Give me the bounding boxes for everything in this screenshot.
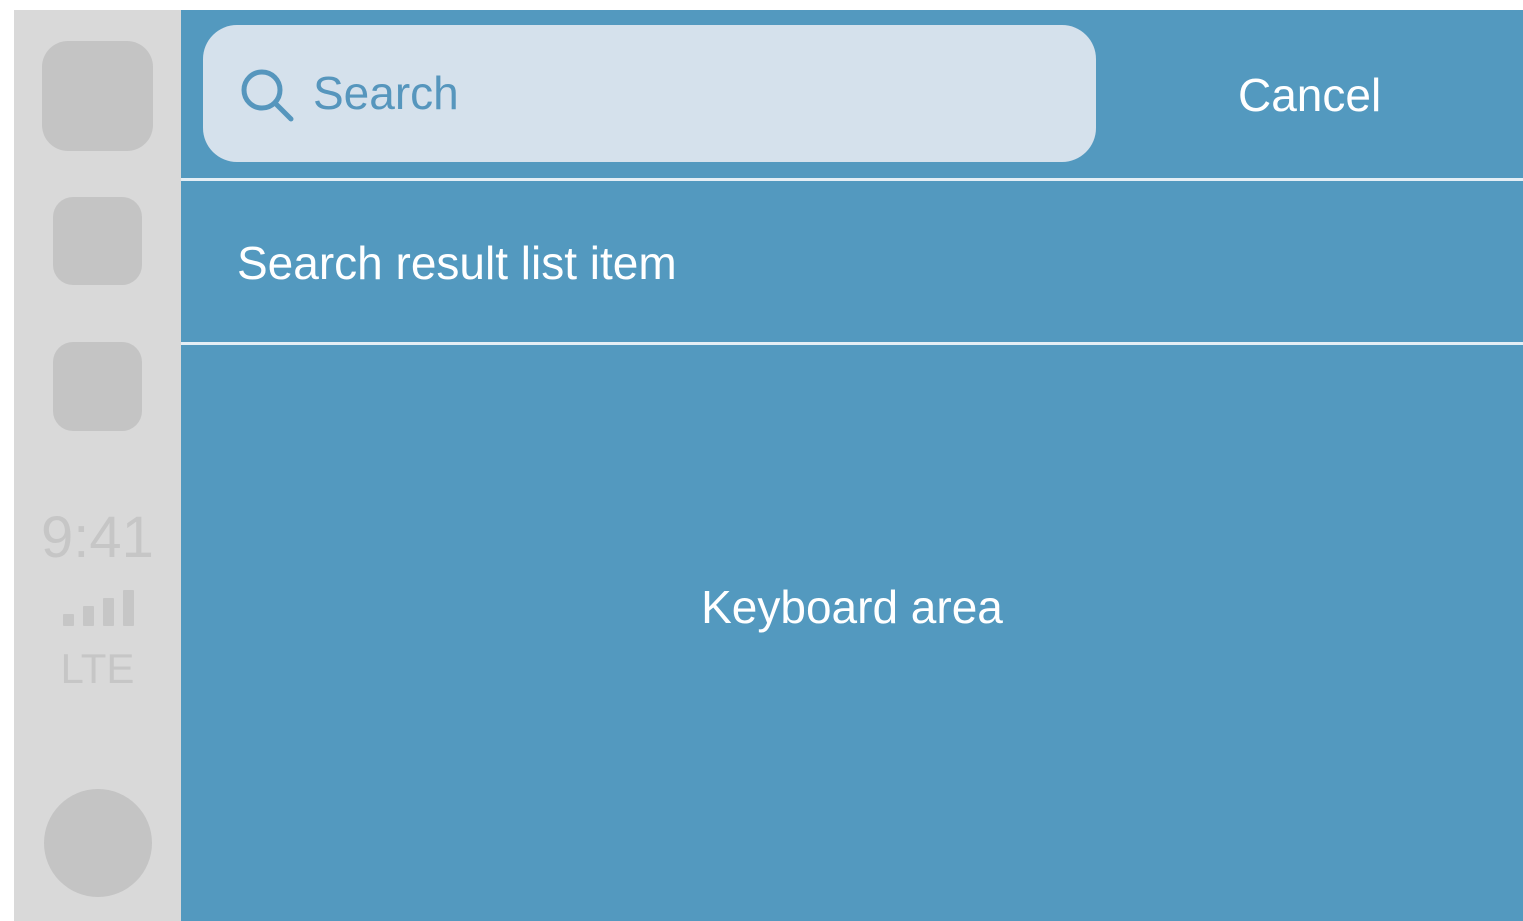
signal-bar <box>103 598 114 626</box>
network-type: LTE <box>60 645 135 692</box>
screen: 9:41 LTE Cancel Search result list item … <box>14 10 1523 921</box>
signal-bar <box>83 606 94 626</box>
keyboard-area-label: Keyboard area <box>701 581 1003 633</box>
rail-app-icon-1[interactable] <box>53 197 142 285</box>
search-screen: Cancel Search result list item Keyboard … <box>181 10 1523 921</box>
signal-strength-icon <box>63 588 135 626</box>
search-field[interactable] <box>203 25 1096 162</box>
list-item-label: Search result list item <box>237 237 677 289</box>
keyboard-area[interactable]: Keyboard area <box>181 345 1523 921</box>
rail-app-icon-large[interactable] <box>42 41 153 151</box>
signal-bar <box>123 590 134 626</box>
search-icon <box>241 69 294 122</box>
home-button[interactable] <box>44 789 152 897</box>
left-rail: 9:41 LTE <box>14 10 181 921</box>
status-time: 9:41 <box>41 505 154 570</box>
cancel-button[interactable]: Cancel <box>1238 65 1381 125</box>
list-item[interactable]: Search result list item <box>181 181 1523 342</box>
signal-bar <box>63 614 74 626</box>
rail-app-icon-2[interactable] <box>53 342 142 431</box>
search-input[interactable] <box>313 60 1073 126</box>
